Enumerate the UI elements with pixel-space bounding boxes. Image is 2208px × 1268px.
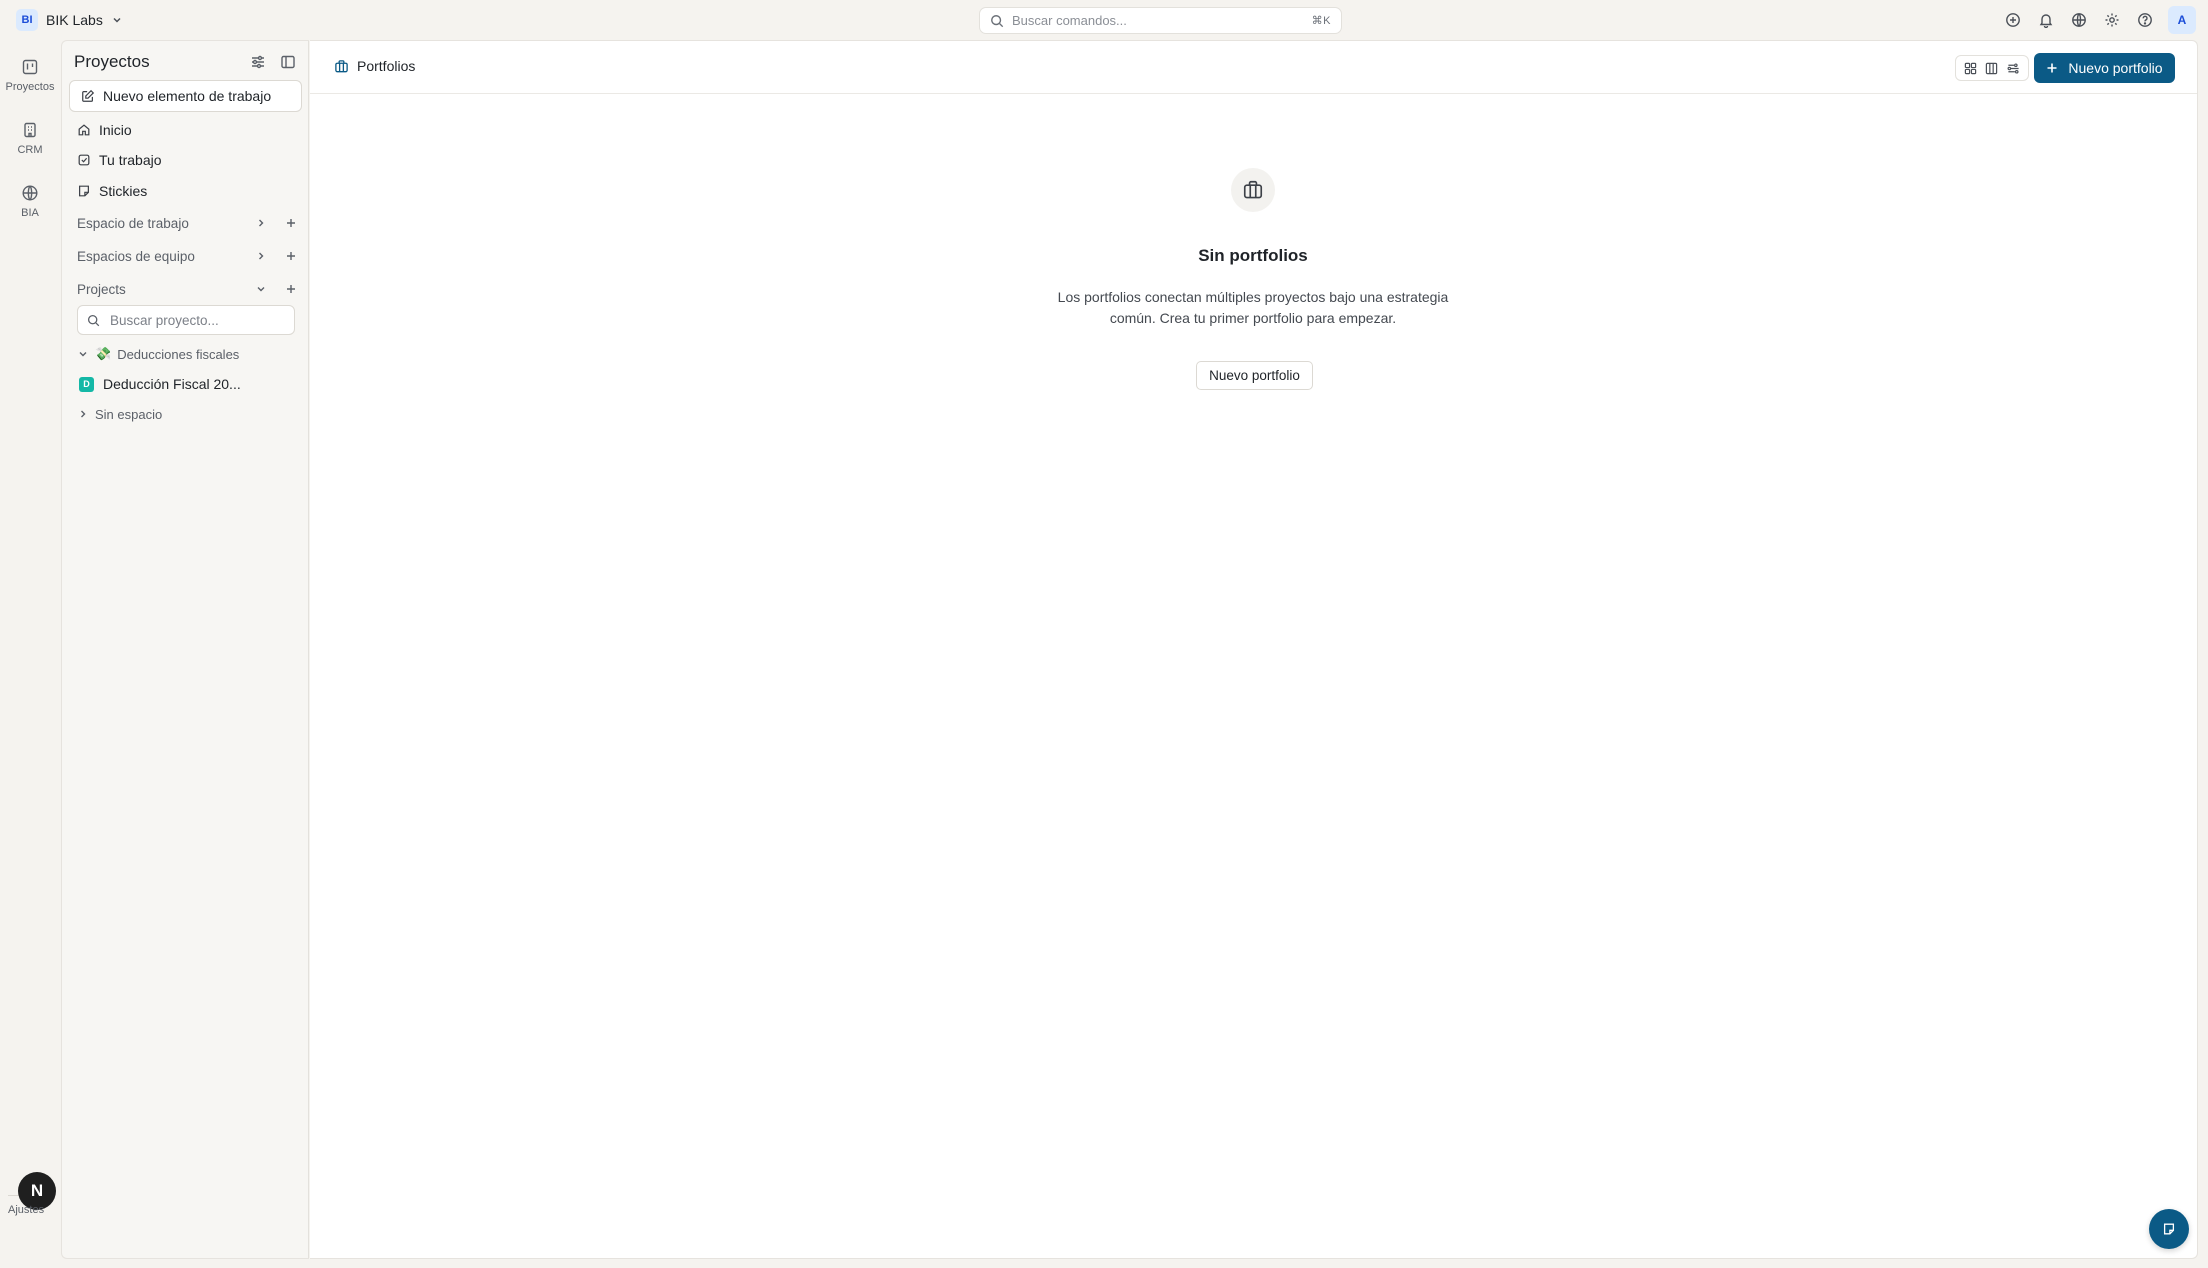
breadcrumb: Portfolios [334, 58, 415, 74]
sidebar-item-label: Inicio [99, 122, 132, 138]
chevron-down-icon [111, 14, 123, 26]
sidebar: Proyectos Nuevo elemento de trabajo Inic… [61, 40, 309, 1259]
rail-item-proyectos[interactable]: Proyectos [0, 58, 60, 93]
tree-group-sin-espacio[interactable]: Sin espacio [77, 402, 162, 426]
rail-item-label: BIA [21, 207, 39, 219]
empty-state-description: Los portfolios conectan múltiples proyec… [1057, 289, 1449, 326]
search-icon [87, 314, 100, 327]
rail-item-bia[interactable]: BIA [0, 184, 60, 219]
top-actions: A [2003, 6, 2196, 34]
project-badge: D [79, 376, 94, 392]
chevron-down-icon [77, 348, 89, 360]
page-title: Portfolios [357, 58, 416, 74]
chevron-right-icon[interactable] [251, 250, 271, 262]
timeline-view-icon[interactable] [2004, 59, 2022, 77]
help-icon[interactable] [2135, 10, 2155, 30]
chevron-down-icon[interactable] [251, 283, 271, 295]
new-work-item-button[interactable]: Nuevo elemento de trabajo [69, 80, 302, 112]
edit-icon [81, 89, 95, 103]
chevron-right-icon[interactable] [251, 217, 271, 229]
sidebar-item-stickies[interactable]: Stickies [71, 178, 301, 204]
sidebar-toggle-icon[interactable] [280, 54, 296, 70]
plus-icon[interactable] [281, 283, 301, 295]
sidebar-header-actions [250, 54, 296, 70]
command-search-shortcut: ⌘K [1311, 15, 1331, 27]
money-emoji-icon: 💸 [95, 346, 112, 361]
tree-group-label: Deducciones fiscales [117, 346, 240, 362]
globe-icon[interactable] [2069, 10, 2089, 30]
tree-group-label: Sin espacio [95, 406, 163, 422]
kanban-icon [21, 58, 39, 76]
briefcase-icon [334, 59, 349, 74]
section-label: Espacio de trabajo [77, 215, 189, 231]
rail-item-crm[interactable]: CRM [0, 121, 60, 156]
check-square-icon [77, 153, 91, 167]
section-label: Espacios de equipo [77, 248, 195, 264]
top-bar: BI BIK Labs Buscar comandos... ⌘K A [0, 0, 2208, 40]
building-icon [21, 121, 39, 139]
section-espacios-de-equipo[interactable]: Espacios de equipo [71, 244, 301, 268]
sidebar-item-label: Tu trabajo [99, 152, 162, 168]
settings-label: Ajustes [8, 1204, 45, 1216]
workspace-name: BIK Labs [46, 12, 103, 28]
briefcase-icon [1231, 168, 1275, 212]
main-header: Portfolios Nuevo portfolio [310, 41, 2197, 94]
plus-icon[interactable] [281, 217, 301, 229]
rail-item-label: CRM [17, 144, 43, 156]
sticky-note-icon [77, 184, 91, 198]
rail-item-label: Proyectos [5, 81, 55, 93]
board-view-icon[interactable] [1983, 59, 2001, 77]
workspace-switcher[interactable]: BI BIK Labs [16, 8, 123, 32]
section-label: Projects [77, 281, 126, 297]
new-portfolio-label: Nuevo portfolio [2068, 60, 2163, 76]
sidebar-item-label: Stickies [99, 183, 148, 199]
empty-state-new-portfolio-button[interactable]: Nuevo portfolio [1196, 361, 1313, 390]
user-avatar[interactable]: A [2168, 6, 2196, 34]
plus-icon[interactable] [281, 250, 301, 262]
chevron-right-icon [77, 408, 89, 420]
main-panel: Portfolios Nuevo portfolio Sin portfolio… [310, 40, 2198, 1259]
sliders-icon[interactable] [250, 54, 266, 70]
plus-icon [2046, 62, 2058, 74]
empty-state-title: Sin portfolios [1198, 246, 1308, 265]
plus-circle-icon[interactable] [2003, 10, 2023, 30]
home-icon [77, 123, 91, 137]
app-rail: Proyectos CRM BIA [0, 40, 60, 1268]
sidebar-item-inicio[interactable]: Inicio [71, 117, 301, 143]
bell-icon[interactable] [2036, 10, 2056, 30]
workspace-avatar: BI [16, 9, 38, 31]
gear-icon[interactable] [2102, 10, 2122, 30]
command-search-placeholder: Buscar comandos... [1012, 13, 1127, 28]
tree-group-deducciones[interactable]: 💸 Deducciones fiscales [77, 342, 239, 366]
sidebar-title: Proyectos [74, 52, 150, 71]
project-name: Deducción Fiscal 20... [103, 376, 241, 392]
search-icon [990, 14, 1004, 28]
sticky-note-fab[interactable] [2149, 1209, 2189, 1249]
grid-view-icon[interactable] [1962, 59, 1980, 77]
command-search[interactable]: Buscar comandos... ⌘K [979, 7, 1342, 34]
project-search-input[interactable] [110, 312, 287, 328]
sidebar-item-tu-trabajo[interactable]: Tu trabajo [71, 147, 301, 173]
section-espacio-de-trabajo[interactable]: Espacio de trabajo [71, 211, 301, 235]
project-search[interactable] [77, 305, 295, 335]
section-projects[interactable]: Projects [71, 277, 301, 301]
tree-project-item[interactable]: D Deducción Fiscal 20... [79, 372, 241, 396]
view-toggle-group [1955, 55, 2029, 81]
globe-icon [21, 184, 39, 202]
new-work-item-label: Nuevo elemento de trabajo [103, 88, 272, 104]
note-icon [2162, 1222, 2176, 1236]
new-portfolio-button[interactable]: Nuevo portfolio [2034, 53, 2175, 83]
